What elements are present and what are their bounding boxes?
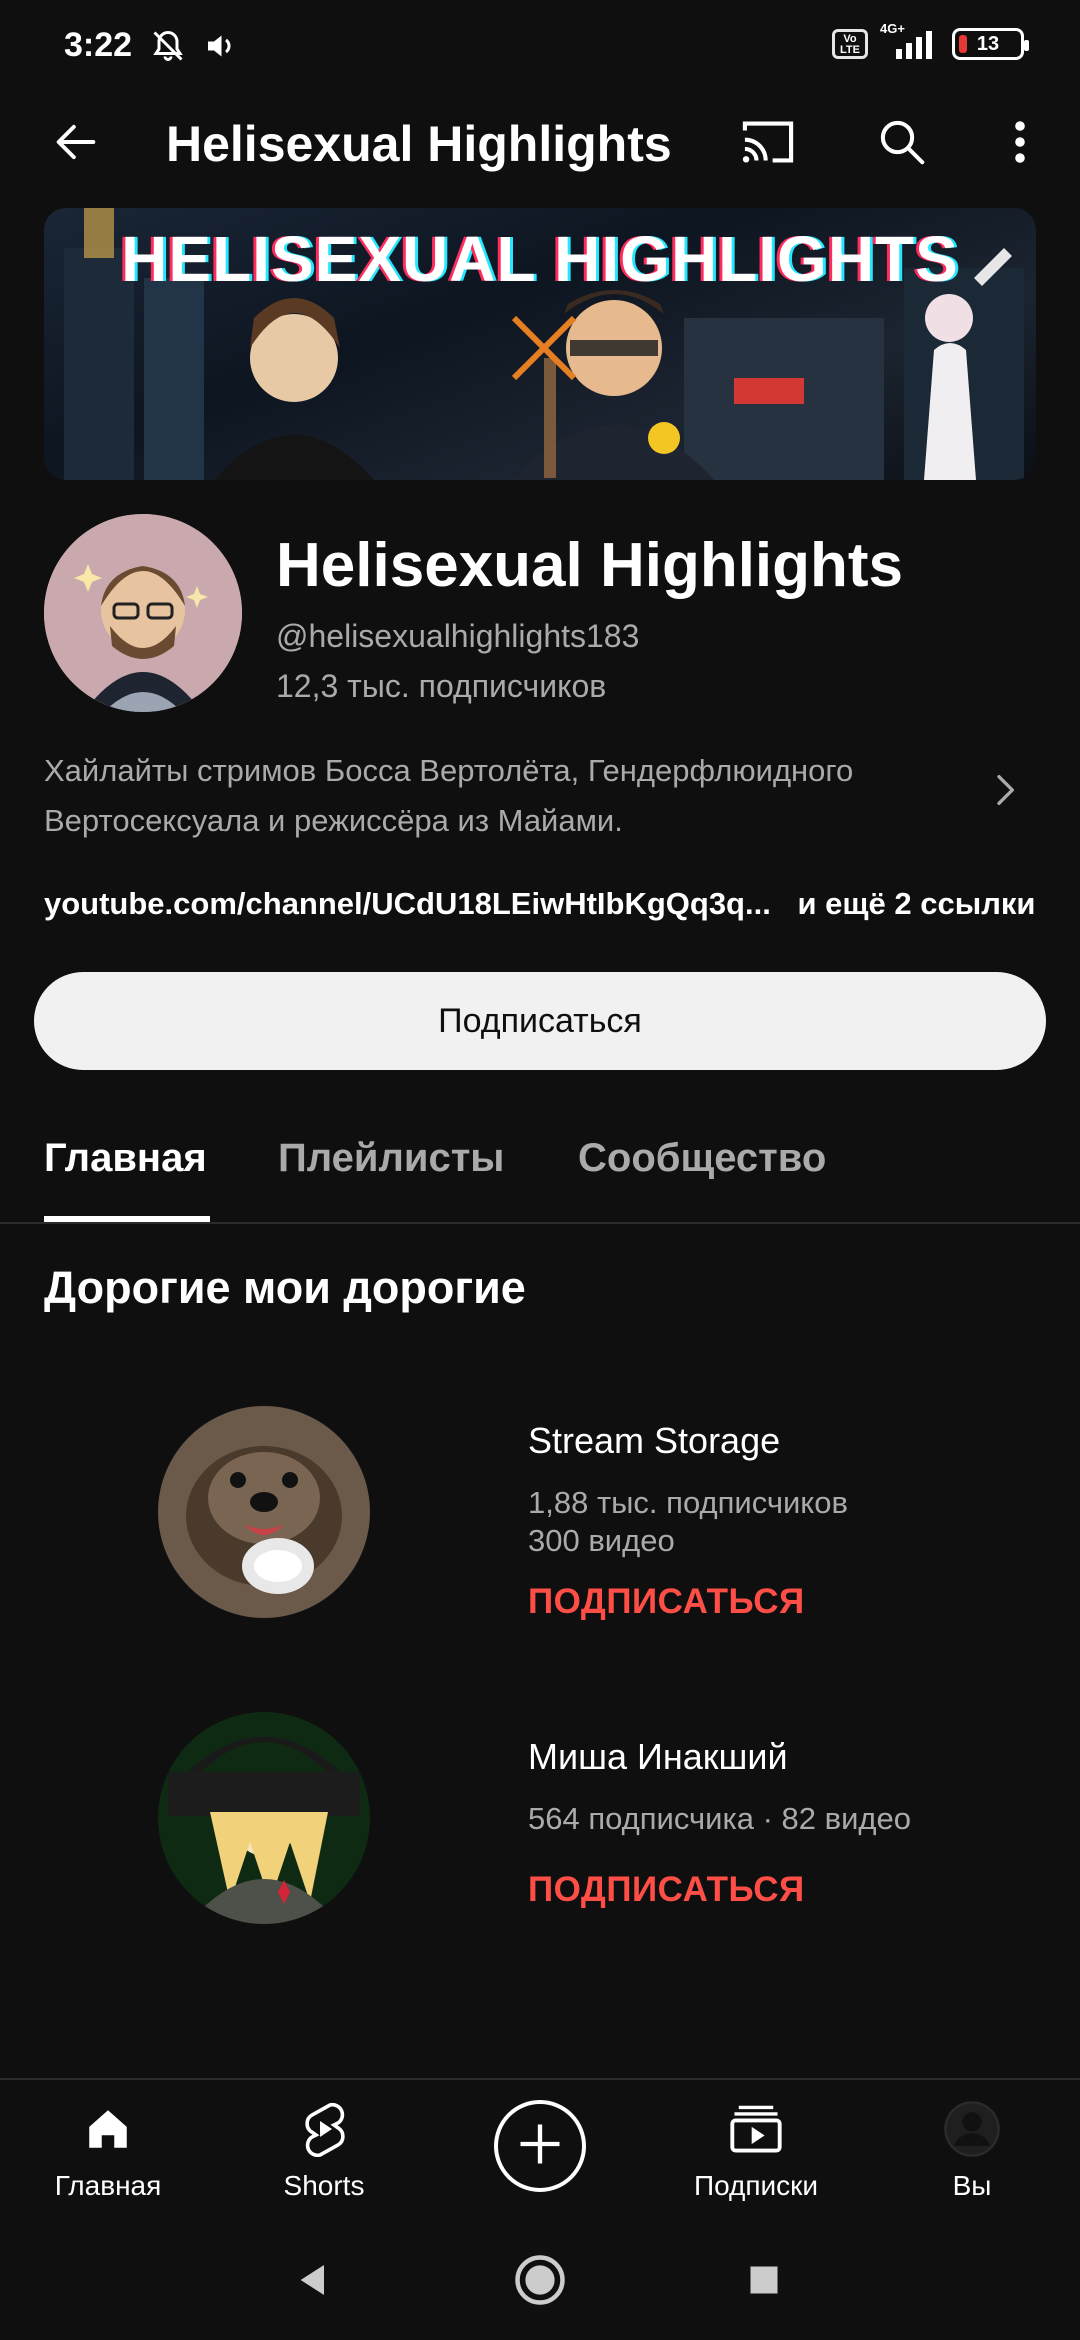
search-icon [875, 115, 929, 174]
volte-badge: Vo LTE [832, 29, 868, 59]
nav-home-label: Главная [54, 2170, 162, 2201]
bottom-navigation: Главная Shorts Подписки Вы [0, 2078, 1080, 2228]
system-navigation-bar [0, 2228, 1080, 2340]
featured-channel-video-count: 300 видео [528, 1523, 675, 1558]
search-button[interactable] [870, 112, 934, 176]
featured-channel-subscribe-button[interactable]: ПОДПИСАТЬСЯ [528, 1870, 805, 1910]
app-bar-title: Helisexual Highlights [166, 116, 672, 172]
featured-channel-avatar[interactable] [158, 1712, 370, 1924]
tab-playlists[interactable]: Плейлисты [278, 1136, 504, 1181]
nav-shorts[interactable]: Shorts [224, 2096, 424, 2202]
channel-handle: @helisexualhighlights183 [276, 618, 640, 654]
chevron-right-icon [984, 775, 1024, 814]
featured-channel-subscribers: 1,88 тыс. подписчиков [528, 1485, 848, 1520]
account-icon [872, 2096, 1072, 2162]
nav-home[interactable]: Главная [8, 2096, 208, 2202]
anime-avatar-art [158, 1712, 370, 1924]
section-title: Дорогие мои дорогие [44, 1262, 526, 1313]
nav-subscriptions-label: Подписки [693, 2170, 819, 2201]
shorts-icon [224, 2096, 424, 2162]
network-type-label: 4G+ [880, 21, 905, 36]
status-bar: 3:22 Vo LTE 4G+ 13 [0, 0, 1080, 90]
back-arrow-icon [50, 116, 102, 173]
battery-fill [959, 35, 967, 53]
battery-level: 13 [976, 32, 1000, 55]
channel-banner[interactable]: HELISEXUAL HIGHLIGHTS [44, 208, 1036, 480]
system-home-button[interactable] [508, 2250, 572, 2314]
tab-community[interactable]: Сообщество [578, 1136, 826, 1181]
channel-link[interactable]: youtube.com/channel/UCdU18LEiwHtIbKgQq3q… [44, 886, 771, 921]
featured-channel-avatar[interactable] [158, 1406, 370, 1618]
nav-you-label: Вы [952, 2170, 992, 2201]
status-right-icons: Vo LTE 4G+ 13 [832, 21, 1029, 60]
battery-indicator: 13 [952, 28, 1029, 60]
banner-title: HELISEXUAL HIGHLIGHTS [121, 223, 959, 295]
more-options-button[interactable] [988, 112, 1052, 176]
bell-off-icon [150, 28, 186, 69]
channel-name: Helisexual Highlights [276, 531, 904, 600]
featured-channel-stats: 564 подписчика · 82 видео [528, 1801, 911, 1836]
signal-icon: 4G+ [880, 21, 938, 59]
cast-button[interactable] [736, 112, 800, 176]
featured-channel-card[interactable]: Stream Storage 1,88 тыс. подписчиков 300… [0, 1398, 1080, 1638]
create-button[interactable] [494, 2100, 586, 2192]
channel-page: 3:22 Vo LTE 4G+ 13 Helisexual Highlights… [0, 0, 1080, 2340]
system-back-button[interactable] [282, 2250, 346, 2314]
status-time: 3:22 [64, 26, 133, 64]
tab-home[interactable]: Главная [44, 1136, 207, 1181]
featured-channel-subscribe-button[interactable]: ПОДПИСАТЬСЯ [528, 1582, 805, 1622]
triangle-back-icon [294, 2260, 334, 2305]
featured-channel-name[interactable]: Миша Инакший [528, 1736, 788, 1778]
active-tab-indicator [44, 1216, 210, 1222]
nav-shorts-label: Shorts [283, 2170, 365, 2201]
featured-channel-name[interactable]: Stream Storage [528, 1420, 780, 1462]
otter-avatar-art [158, 1406, 370, 1618]
status-left-icons [150, 28, 238, 69]
nav-you[interactable]: Вы [872, 2096, 1072, 2202]
more-links[interactable]: и ещё 2 ссылки [797, 886, 1035, 921]
create-plus-icon [514, 2118, 566, 2175]
back-button[interactable] [44, 112, 108, 176]
channel-avatar-art [44, 514, 242, 712]
channel-avatar[interactable] [44, 514, 242, 712]
system-recents-button[interactable] [732, 2250, 796, 2314]
subscriptions-icon [656, 2096, 856, 2162]
circle-home-icon [513, 2253, 567, 2312]
channel-subscriber-count: 12,3 тыс. подписчиков [276, 668, 607, 704]
featured-channel-card[interactable]: Миша Инакший 564 подписчика · 82 видео П… [0, 1712, 1080, 1952]
top-app-bar: Helisexual Highlights [0, 90, 1080, 200]
channel-links: youtube.com/channel/UCdU18LEiwHtIbKgQq3q… [44, 886, 1035, 922]
volume-icon [202, 28, 238, 69]
channel-tabs: Главная Плейлисты Сообщество [0, 1108, 1080, 1224]
nav-subscriptions[interactable]: Подписки [656, 2096, 856, 2202]
square-recents-icon [746, 2262, 782, 2303]
channel-description[interactable]: Хайлайты стримов Босса Вертолёта, Гендер… [44, 746, 944, 846]
description-expand-button[interactable] [984, 770, 1024, 810]
home-icon [8, 2096, 208, 2162]
subscribe-button[interactable]: Подписаться [34, 972, 1046, 1070]
more-vert-icon [1010, 118, 1030, 171]
cast-icon [738, 116, 798, 173]
